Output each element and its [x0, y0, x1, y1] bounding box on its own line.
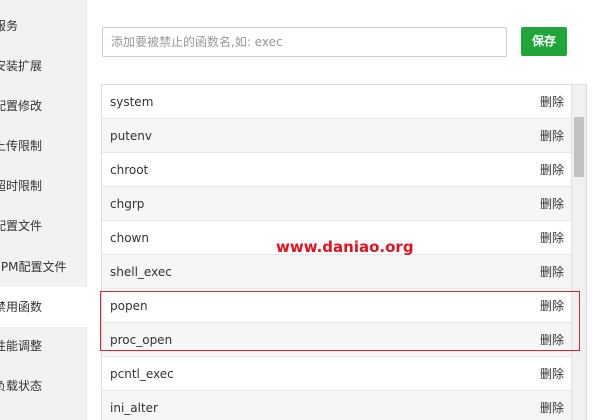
function-name: chgrp — [110, 197, 145, 211]
delete-link[interactable]: 删除 — [540, 119, 564, 153]
function-name: ini_alter — [110, 401, 158, 415]
sidebar-item-config-modify[interactable]: 配置修改 — [0, 86, 86, 126]
table-row: popen 删除 — [102, 289, 572, 323]
table-row: shell_exec 删除 — [102, 255, 572, 289]
table-row: pcntl_exec 删除 — [102, 357, 572, 391]
function-name: pcntl_exec — [110, 367, 174, 381]
delete-link[interactable]: 删除 — [540, 289, 564, 323]
function-name: shell_exec — [110, 265, 172, 279]
delete-link[interactable]: 删除 — [540, 221, 564, 255]
function-name: chroot — [110, 163, 149, 177]
scrollbar-thumb[interactable] — [574, 117, 584, 177]
sidebar-item-label: 禁用函数 — [0, 300, 43, 314]
table-row: ini_alter 删除 — [102, 391, 572, 420]
table-row: proc_open 删除 — [102, 323, 572, 357]
delete-link[interactable]: 删除 — [540, 391, 564, 420]
sidebar-item-upload-limit[interactable]: 上传限制 — [0, 126, 86, 166]
save-button[interactable]: 保存 — [521, 27, 567, 56]
sidebar: 服务 安装扩展 配置修改 上传限制 超时限制 配置文件 FPM配置文件 禁用函数… — [0, 0, 87, 420]
delete-link[interactable]: 删除 — [540, 357, 564, 391]
function-name: putenv — [110, 129, 153, 143]
sidebar-item-install-extensions[interactable]: 安装扩展 — [0, 46, 86, 86]
sidebar-item-label: 超时限制 — [0, 179, 43, 193]
delete-link[interactable]: 删除 — [540, 255, 564, 289]
function-name: popen — [110, 299, 148, 313]
php-settings-panel: 服务 安装扩展 配置修改 上传限制 超时限制 配置文件 FPM配置文件 禁用函数… — [0, 0, 608, 420]
table-row: system 删除 — [102, 85, 572, 119]
delete-link[interactable]: 删除 — [540, 153, 564, 187]
table-row: chgrp 删除 — [102, 187, 572, 221]
vertical-scrollbar[interactable] — [571, 85, 586, 420]
delete-link[interactable]: 删除 — [540, 187, 564, 221]
sidebar-item-label: 配置文件 — [0, 219, 43, 233]
sidebar-item-disabled-functions[interactable]: 禁用函数 — [0, 287, 87, 327]
sidebar-item-load-status[interactable]: 负载状态 — [0, 366, 86, 406]
sidebar-item-label: FPM配置文件 — [0, 260, 67, 274]
sidebar-item-fpm-config-file[interactable]: FPM配置文件 — [0, 247, 86, 287]
sidebar-item-label: 性能调整 — [0, 339, 43, 353]
sidebar-item-timeout-limit[interactable]: 超时限制 — [0, 166, 86, 206]
function-name-input[interactable] — [102, 27, 507, 57]
function-name: system — [110, 95, 154, 109]
sidebar-item-label: 负载状态 — [0, 379, 43, 393]
sidebar-item-label: 上传限制 — [0, 139, 43, 153]
delete-link[interactable]: 删除 — [540, 323, 564, 357]
table-row: chroot 删除 — [102, 153, 572, 187]
sidebar-item-performance-tuning[interactable]: 性能调整 — [0, 326, 86, 366]
watermark-text: www.daniao.org — [276, 238, 414, 256]
sidebar-item-service[interactable]: 服务 — [0, 6, 86, 46]
sidebar-item-label: 配置修改 — [0, 99, 43, 113]
main-content: 保存 system 删除 putenv 删除 chroot 删除 chgrp 删… — [87, 0, 608, 420]
sidebar-item-label: 服务 — [0, 19, 19, 33]
sidebar-item-label: 安装扩展 — [0, 59, 43, 73]
sidebar-item-config-file[interactable]: 配置文件 — [0, 206, 86, 246]
function-name: proc_open — [110, 333, 173, 347]
function-name: chown — [110, 231, 149, 245]
delete-link[interactable]: 删除 — [540, 85, 564, 119]
table-row: putenv 删除 — [102, 119, 572, 153]
